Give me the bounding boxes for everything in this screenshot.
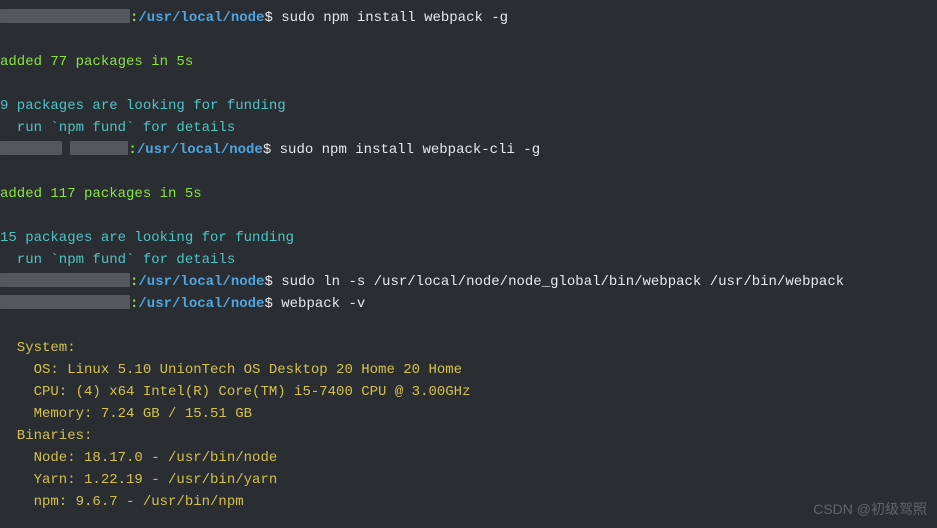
redacted-user-host	[0, 9, 130, 23]
prompt-line-1: :/usr/local/node$ sudo npm install webpa…	[0, 7, 937, 29]
redacted-user-host	[0, 141, 62, 155]
output-funding-2a: 15 packages are looking for funding	[0, 227, 937, 249]
blank-line	[0, 161, 937, 183]
redacted-gap	[62, 142, 70, 158]
redacted-user-host	[70, 141, 128, 155]
prompt-symbol: $	[264, 274, 272, 290]
prompt-path: /usr/local/node	[137, 142, 263, 158]
prompt-symbol: $	[263, 142, 271, 158]
prompt-path: /usr/local/node	[138, 10, 264, 26]
prompt-symbol: $	[264, 296, 272, 312]
binaries-npm: npm: 9.6.7 - /usr/bin/npm	[0, 491, 937, 513]
prompt-symbol: $	[264, 10, 272, 26]
redacted-user-host	[0, 295, 130, 309]
blank-line	[0, 205, 937, 227]
prompt-path: /usr/local/node	[138, 274, 264, 290]
output-funding-2b: run `npm fund` for details	[0, 249, 937, 271]
blank-line	[0, 315, 937, 337]
output-added-2: added 117 packages in 5s	[0, 183, 937, 205]
blank-line	[0, 73, 937, 95]
terminal-output[interactable]: :/usr/local/node$ sudo npm install webpa…	[0, 7, 937, 513]
prompt-line-3: :/usr/local/node$ sudo ln -s /usr/local/…	[0, 271, 937, 293]
binaries-yarn: Yarn: 1.22.19 - /usr/bin/yarn	[0, 469, 937, 491]
command-text: sudo npm install webpack-cli -g	[271, 142, 540, 158]
binaries-node: Node: 18.17.0 - /usr/bin/node	[0, 447, 937, 469]
command-text: webpack -v	[273, 296, 365, 312]
system-os: OS: Linux 5.10 UnionTech OS Desktop 20 H…	[0, 359, 937, 381]
prompt-colon: :	[128, 142, 136, 158]
system-header: System:	[0, 337, 937, 359]
prompt-line-2: :/usr/local/node$ sudo npm install webpa…	[0, 139, 937, 161]
output-added-1: added 77 packages in 5s	[0, 51, 937, 73]
output-funding-1a: 9 packages are looking for funding	[0, 95, 937, 117]
system-memory: Memory: 7.24 GB / 15.51 GB	[0, 403, 937, 425]
prompt-path: /usr/local/node	[138, 296, 264, 312]
prompt-line-4: :/usr/local/node$ webpack -v	[0, 293, 937, 315]
blank-line	[0, 29, 937, 51]
watermark-text: CSDN @初级驾照	[813, 498, 927, 520]
output-funding-1b: run `npm fund` for details	[0, 117, 937, 139]
command-text: sudo ln -s /usr/local/node/node_global/b…	[273, 274, 844, 290]
binaries-header: Binaries:	[0, 425, 937, 447]
command-text: sudo npm install webpack -g	[273, 10, 508, 26]
system-cpu: CPU: (4) x64 Intel(R) Core(TM) i5-7400 C…	[0, 381, 937, 403]
redacted-user-host	[0, 273, 130, 287]
